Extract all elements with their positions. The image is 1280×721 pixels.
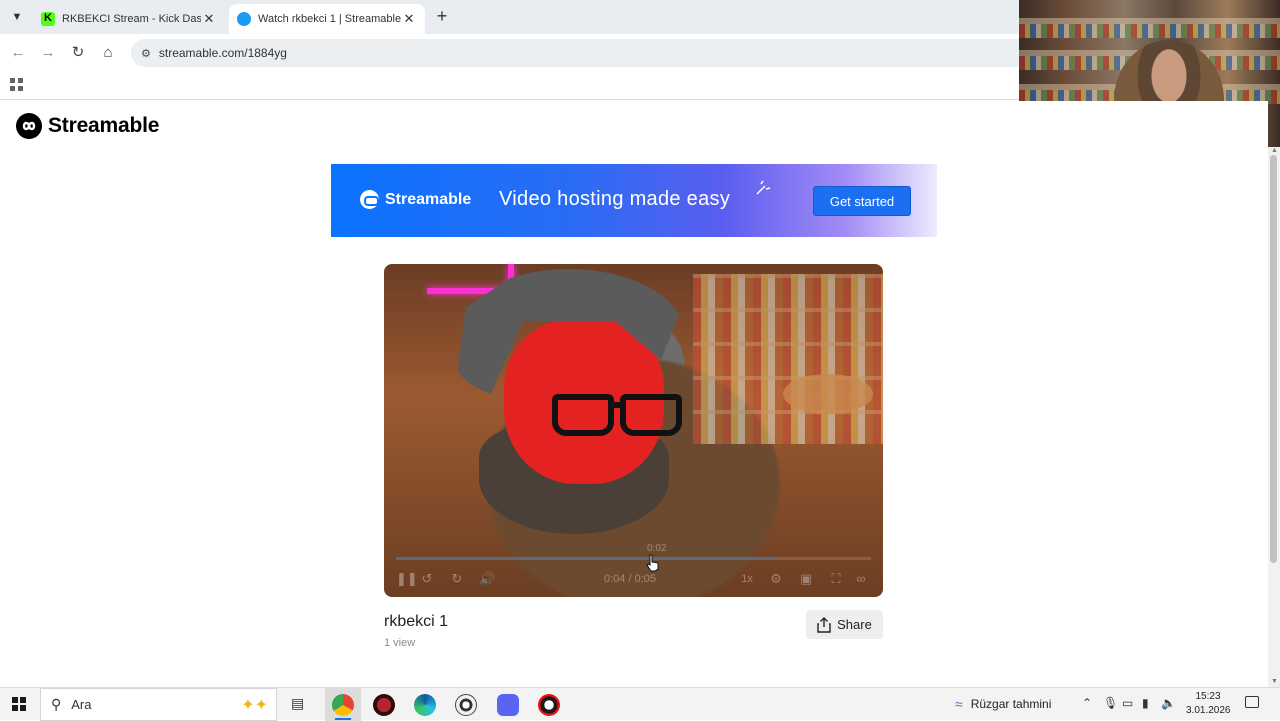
task-view-icon[interactable]: ▤ bbox=[291, 695, 304, 712]
back-arrow-icon[interactable]: ← bbox=[8, 43, 28, 63]
player-controls: 0:02 ❚❚ ↺ ↻ 🔊 0:04 / 0:05 1x ⚙ ▣ ⛶ ∞ bbox=[384, 543, 883, 597]
view-count: 1 view bbox=[384, 637, 416, 649]
home-icon[interactable]: ⌂ bbox=[98, 43, 118, 63]
reload-icon[interactable]: ↻ bbox=[68, 43, 88, 63]
time-display: 0:04 / 0:05 bbox=[604, 573, 656, 585]
sparkle-icon bbox=[756, 180, 771, 195]
app-gear-icon[interactable] bbox=[455, 694, 477, 716]
battery-icon[interactable]: ▮ bbox=[1142, 696, 1149, 710]
windows-start-icon[interactable] bbox=[12, 697, 26, 711]
apps-grid-icon[interactable] bbox=[10, 78, 23, 91]
new-tab-button[interactable]: + bbox=[432, 7, 452, 27]
streamable-logo[interactable]: Streamable bbox=[16, 113, 159, 139]
progress-played bbox=[396, 557, 776, 560]
volume-icon[interactable]: 🔊 bbox=[479, 571, 495, 587]
clock-date: 3.01.2026 bbox=[1186, 705, 1231, 716]
edge-icon[interactable] bbox=[414, 694, 436, 716]
progress-bar[interactable]: 0:02 bbox=[396, 543, 871, 560]
copilot-sparkle-icon: ✦✦ bbox=[241, 697, 268, 714]
tab-search-icon[interactable]: ▼ bbox=[8, 8, 26, 26]
picture-in-picture-icon[interactable]: ▣ bbox=[798, 571, 814, 587]
video-player[interactable]: 0:02 ❚❚ ↺ ↻ 🔊 0:04 / 0:05 1x ⚙ ▣ ⛶ ∞ bbox=[384, 264, 883, 597]
search-placeholder: Ara bbox=[71, 697, 92, 712]
scroll-down-icon[interactable]: ▼ bbox=[1271, 678, 1278, 685]
notification-icon[interactable] bbox=[1245, 696, 1259, 708]
scroll-up-icon[interactable]: ▲ bbox=[1271, 147, 1278, 154]
share-button[interactable]: Share bbox=[806, 610, 883, 639]
microphone-icon[interactable]: 🎙 bbox=[1103, 696, 1118, 710]
app-red-icon[interactable] bbox=[373, 694, 395, 716]
fullscreen-icon[interactable]: ⛶ bbox=[828, 571, 844, 587]
streamable-icon bbox=[237, 12, 251, 26]
kick-icon bbox=[41, 12, 55, 26]
system-clock[interactable]: 15:23 3.01.2026 bbox=[1186, 690, 1231, 718]
hover-time-tooltip: 0:02 bbox=[647, 543, 667, 554]
share-label: Share bbox=[837, 617, 872, 632]
video-title: rkbekci 1 bbox=[384, 613, 449, 630]
streamable-logo-icon bbox=[16, 113, 42, 139]
chevron-up-icon[interactable]: ⌃ bbox=[1082, 696, 1092, 710]
banner-logo: Streamable bbox=[360, 190, 471, 209]
page-scrollbar[interactable]: ▲ ▼ bbox=[1268, 147, 1280, 687]
forward-arrow-icon[interactable]: → bbox=[38, 43, 58, 63]
close-icon[interactable]: ✕ bbox=[401, 11, 417, 27]
chrome-icon[interactable] bbox=[332, 694, 354, 716]
tab-streamable[interactable]: Watch rkbekci 1 | Streamable ✕ bbox=[229, 4, 425, 34]
share-icon bbox=[817, 616, 831, 633]
close-icon[interactable]: ✕ bbox=[201, 11, 217, 27]
ad-banner[interactable]: Streamable Video hosting made easy Get s… bbox=[331, 164, 937, 237]
weather-widget[interactable]: ≈ Rüzgar tahmini bbox=[955, 696, 1051, 712]
settings-gear-icon[interactable]: ⚙ bbox=[768, 571, 784, 587]
network-icon[interactable]: ▭ bbox=[1122, 696, 1133, 710]
discord-icon[interactable] bbox=[497, 694, 519, 716]
speaker-icon[interactable]: 🔈 bbox=[1161, 696, 1176, 710]
streamable-logo-icon bbox=[360, 190, 379, 209]
banner-brand: Streamable bbox=[385, 190, 472, 208]
get-started-button[interactable]: Get started bbox=[813, 186, 911, 216]
weather-text: Rüzgar tahmini bbox=[970, 697, 1052, 711]
page-content: Streamable Streamable Video hosting made… bbox=[0, 101, 1268, 687]
logo-text: Streamable bbox=[48, 114, 160, 137]
obs-icon[interactable] bbox=[538, 694, 560, 716]
tab-title: RKBEKCI Stream - Kick Dashboa bbox=[62, 13, 201, 25]
tab-title: Watch rkbekci 1 | Streamable bbox=[258, 13, 401, 25]
site-info-icon[interactable]: ⚙ bbox=[141, 47, 151, 60]
streamable-logo-icon[interactable]: ∞ bbox=[853, 571, 869, 587]
search-icon: ⚲ bbox=[51, 696, 62, 712]
hand-cursor-icon bbox=[646, 554, 659, 572]
pause-icon[interactable]: ❚❚ bbox=[396, 571, 418, 587]
forward-icon[interactable]: ↻ bbox=[449, 571, 465, 587]
playback-speed-button[interactable]: 1x bbox=[739, 571, 755, 587]
tab-kick-dashboard[interactable]: RKBEKCI Stream - Kick Dashboa ✕ bbox=[33, 4, 225, 34]
windows-taskbar: ⚲ Ara ✦✦ ▤ ≈ Rüzgar tahmini ⌃ 🎙 ▭ ▮ 🔈 15… bbox=[0, 687, 1280, 721]
url-text: streamable.com/1884yg bbox=[158, 46, 287, 60]
rewind-icon[interactable]: ↺ bbox=[419, 571, 435, 587]
wind-icon: ≈ bbox=[955, 696, 963, 712]
scrollbar-thumb[interactable] bbox=[1270, 155, 1277, 563]
clock-time: 15:23 bbox=[1195, 691, 1221, 702]
taskbar-search[interactable]: ⚲ Ara ✦✦ bbox=[40, 688, 277, 721]
banner-tagline: Video hosting made easy bbox=[499, 188, 731, 210]
